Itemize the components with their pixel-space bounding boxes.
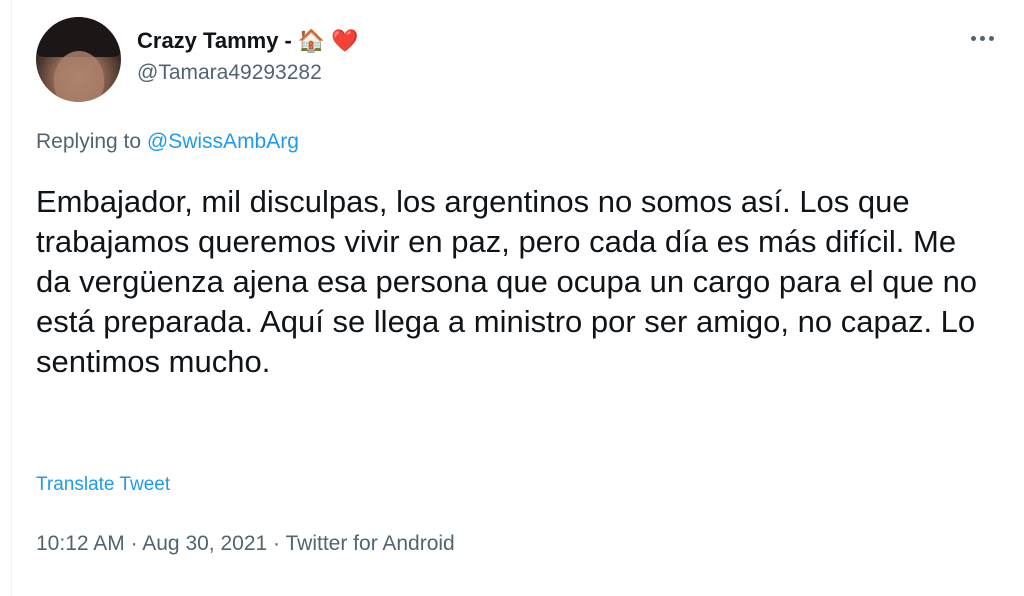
house-emoji-icon: 🏠 <box>297 28 326 53</box>
tweet-date[interactable]: Aug 30, 2021 <box>142 532 267 555</box>
meta-separator: · <box>267 532 286 555</box>
tweet-time[interactable]: 10:12 AM <box>36 532 125 555</box>
translate-tweet-link[interactable]: Translate Tweet <box>36 474 170 496</box>
meta-separator: · <box>124 532 143 555</box>
tweet-text: Embajador, mil disculpas, los argentinos… <box>36 184 978 379</box>
replying-to-label: Replying to <box>36 130 147 153</box>
tweet-card: Crazy Tammy - 🏠 ❤️ @Tamara49293282 Reply… <box>0 0 1024 596</box>
more-options-icon[interactable] <box>971 36 994 41</box>
heart-emoji-icon: ❤️ <box>331 28 359 53</box>
reply-mention-link[interactable]: @SwissAmbArg <box>147 130 299 153</box>
tweet-metadata: 10:12 AM · Aug 30, 2021 · Twitter for An… <box>36 532 455 556</box>
timeline-divider <box>11 0 12 596</box>
author-name-row[interactable]: Crazy Tammy - 🏠 ❤️ <box>137 26 359 56</box>
replying-to: Replying to @SwissAmbArg <box>36 130 299 154</box>
author-display-name[interactable]: Crazy Tammy - <box>137 28 292 54</box>
avatar[interactable] <box>36 17 121 102</box>
tweet-source[interactable]: Twitter for Android <box>286 532 455 555</box>
author-handle[interactable]: @Tamara49293282 <box>137 61 322 85</box>
